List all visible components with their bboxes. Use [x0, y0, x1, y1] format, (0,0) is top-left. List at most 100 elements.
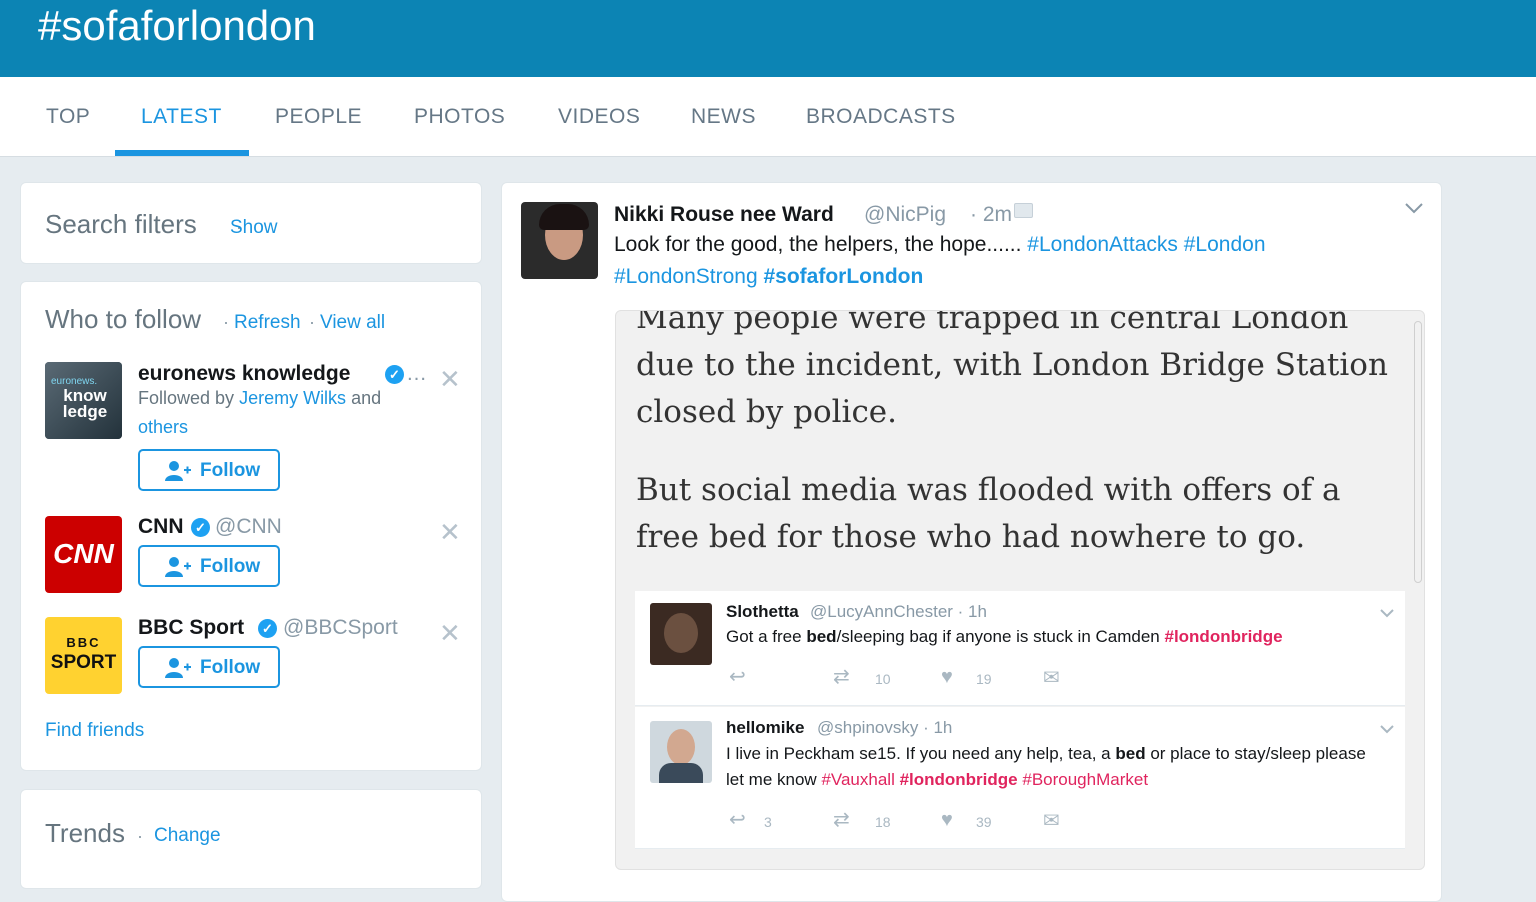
add-user-icon: [164, 657, 192, 685]
tab-photos[interactable]: PHOTOS: [414, 105, 505, 129]
retweet-count: 10: [875, 671, 891, 687]
embedded-hashtag: #BoroughMarket: [1022, 770, 1149, 789]
retweet-icon: ⇄: [833, 809, 850, 831]
followed-by-and: and: [351, 388, 382, 408]
tweet-media-image[interactable]: Many people were trapped in central Lond…: [615, 310, 1425, 870]
followed-by-text: Followed by Jeremy Wilks and others: [138, 384, 428, 442]
tab-news[interactable]: NEWS: [691, 105, 756, 129]
tab-people[interactable]: PEOPLE: [275, 105, 362, 129]
cnn-name[interactable]: CNN: [138, 515, 184, 539]
tweet-author-name[interactable]: Nikki Rouse nee Ward: [614, 203, 834, 227]
add-user-icon: [164, 556, 192, 584]
followed-by-user-link[interactable]: Jeremy Wilks: [239, 388, 346, 408]
refresh-link[interactable]: Refresh: [234, 312, 301, 334]
verified-badge-icon: ✓: [258, 619, 277, 638]
tweet-author-avatar[interactable]: [521, 202, 598, 279]
hashtag-link[interactable]: #LondonStrong: [614, 265, 758, 288]
tab-top[interactable]: TOP: [46, 105, 90, 129]
retweet-icon: ⇄: [833, 666, 850, 688]
embedded-tweet-text: Got a free bed/sleeping bag if anyone is…: [726, 624, 1376, 650]
followed-by-others-link[interactable]: others: [138, 417, 188, 437]
dismiss-cnn-icon[interactable]: ✕: [439, 519, 461, 545]
embedded-tweet: hellomike @shpinovsky · 1h I live in Pec…: [635, 707, 1405, 849]
embedded-text-part: Got a free: [726, 627, 807, 646]
bbc-sport-handle: @BBCSport: [283, 616, 398, 639]
embedded-text-part: /sleeping bag if anyone is stuck in Camd…: [836, 627, 1165, 646]
hellomike-avatar: [650, 721, 712, 783]
euronews-avatar[interactable]: euronews. know ledge: [45, 362, 122, 439]
tweet-author-handle[interactable]: @NicPig: [864, 203, 946, 227]
chevron-down-icon[interactable]: [1404, 201, 1424, 219]
who-to-follow-title: Who to follow: [45, 304, 202, 334]
verified-badge-icon: ✓: [191, 518, 210, 537]
cnn-avatar-logo: CNN: [53, 538, 114, 569]
search-filters-card: Search filters · Show: [20, 182, 482, 264]
search-filters-title: Search filters: [45, 209, 197, 239]
euronews-name-ellipsis: …: [406, 362, 427, 385]
like-count: 39: [976, 814, 992, 830]
bbc-avatar-caption: SPORT: [50, 652, 117, 673]
view-all-link[interactable]: View all: [320, 312, 385, 334]
heart-icon: ♥: [941, 809, 953, 831]
cnn-handle: @CNN: [215, 515, 282, 538]
tab-videos[interactable]: VIDEOS: [558, 105, 640, 129]
euronews-avatar-logo: know ledge: [62, 386, 108, 421]
reply-icon: ↩: [729, 666, 746, 688]
direct-message-icon: ✉: [1043, 667, 1060, 689]
heart-icon: ♥: [941, 666, 953, 688]
embedded-hashtag: #londonbridge: [1164, 627, 1283, 646]
tweet-card[interactable]: Nikki Rouse nee Ward @NicPig · 2m Look f…: [501, 182, 1442, 902]
embedded-author-meta: @shpinovsky · 1h: [817, 718, 953, 737]
add-user-icon: [164, 460, 192, 488]
article-paragraph-2: But social media was flooded with offers…: [636, 472, 1341, 555]
hashtag-link[interactable]: #London: [1184, 233, 1266, 256]
follow-euronews-button[interactable]: Follow: [138, 449, 280, 491]
follow-cnn-button[interactable]: Follow: [138, 545, 280, 587]
trends-card: Trends · Change: [20, 789, 482, 889]
trends-title: Trends: [45, 818, 125, 848]
embedded-text-bold: bed: [1115, 744, 1146, 763]
slothetta-avatar: [650, 603, 712, 665]
euronews-name[interactable]: euronews knowledge: [138, 362, 350, 386]
embedded-hashtag: #londonbridge: [899, 770, 1018, 789]
retweet-count: 18: [875, 814, 891, 830]
hashtag-link[interactable]: #sofaforLondon: [763, 265, 923, 288]
embedded-hashtag: #Vauxhall: [821, 770, 895, 789]
embedded-tweet-text: I live in Peckham se15. If you need any …: [726, 741, 1376, 793]
separator-dot: ·: [137, 826, 143, 846]
translate-icon[interactable]: [1014, 203, 1033, 218]
followed-by-prefix: Followed by: [138, 388, 235, 408]
search-query-title: #sofaforlondon: [38, 2, 316, 49]
separator-dot: ·: [223, 312, 229, 332]
bbc-sport-avatar[interactable]: BBC SPORT: [45, 617, 122, 694]
embedded-author-name: hellomike: [726, 718, 805, 737]
follow-label: Follow: [200, 657, 261, 678]
search-header: #sofaforlondon: [0, 0, 1536, 77]
follow-bbc-sport-button[interactable]: Follow: [138, 646, 280, 688]
follow-label: Follow: [200, 556, 261, 577]
chevron-down-icon: [1379, 721, 1395, 739]
tab-broadcasts[interactable]: BROADCASTS: [806, 105, 956, 129]
active-tab-indicator: [115, 150, 249, 156]
dismiss-euronews-icon[interactable]: ✕: [439, 366, 461, 392]
chevron-down-icon: [1379, 605, 1395, 623]
search-tabs: TOP LATEST PEOPLE PHOTOS VIDEOS NEWS BRO…: [0, 77, 1536, 157]
find-friends-link[interactable]: Find friends: [45, 720, 144, 742]
like-count: 19: [976, 671, 992, 687]
change-trends-link[interactable]: Change: [154, 825, 221, 847]
show-filters-link[interactable]: Show: [230, 217, 278, 239]
embedded-author-meta: @LucyAnnChester · 1h: [810, 602, 987, 621]
embedded-author-name: Slothetta: [726, 602, 799, 621]
embedded-text-part: I live in Peckham se15. If you need any …: [726, 744, 1116, 763]
separator-dot: ·: [309, 312, 315, 332]
tweet-timestamp[interactable]: · 2m: [970, 203, 1012, 227]
embedded-text-bold: bed: [806, 627, 837, 646]
tweet-text: Look for the good, the helpers, the hope…: [614, 229, 1374, 293]
bbc-sport-name[interactable]: BBC Sport: [138, 616, 244, 640]
hashtag-link[interactable]: #LondonAttacks: [1027, 233, 1178, 256]
dismiss-bbc-sport-icon[interactable]: ✕: [439, 620, 461, 646]
verified-badge-icon: ✓: [385, 365, 404, 384]
tab-latest[interactable]: LATEST: [141, 105, 222, 129]
cnn-avatar[interactable]: CNN: [45, 516, 122, 593]
embedded-tweet: Slothetta @LucyAnnChester · 1h Got a fre…: [635, 591, 1405, 706]
